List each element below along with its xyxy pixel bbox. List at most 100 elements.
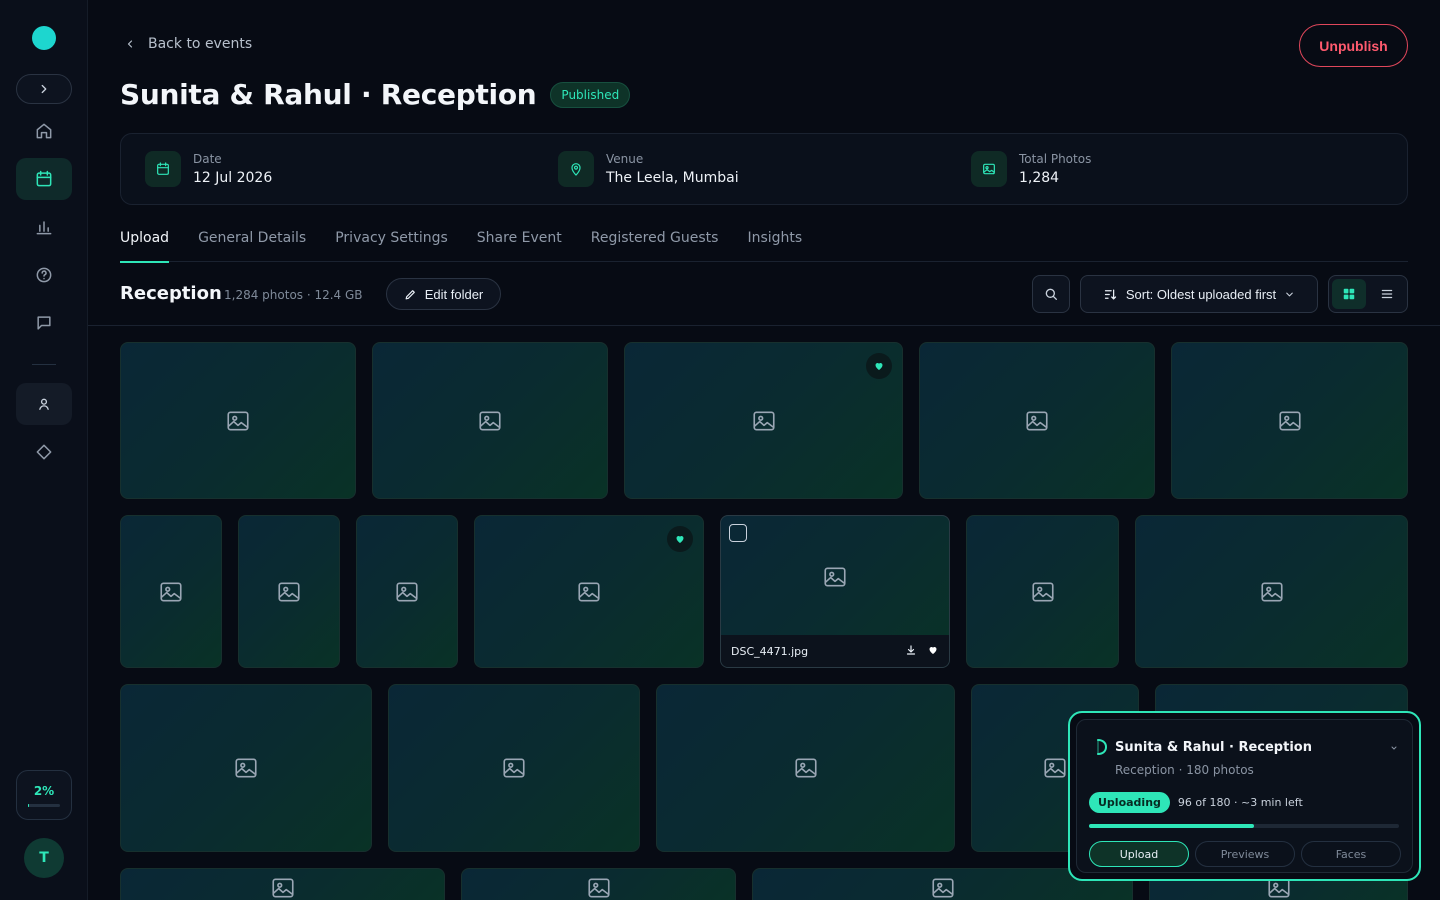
search-button[interactable]: [1032, 275, 1070, 313]
favorite-button[interactable]: [927, 644, 939, 659]
storage-percent: 2%: [33, 783, 55, 798]
favorite-badge[interactable]: [866, 353, 892, 379]
image-placeholder-icon: [271, 878, 294, 898]
photos-label: Total Photos: [1019, 152, 1092, 166]
tab-registered-guests[interactable]: Registered Guests: [591, 228, 719, 262]
info-date: Date 12 Jul 2026: [145, 151, 272, 187]
calendar-icon: [36, 170, 52, 187]
upload-status-row: Uploading 96 of 180 · ~3 min left: [1089, 792, 1303, 813]
photo-tile[interactable]: [120, 515, 222, 668]
bar-chart-icon: [36, 221, 52, 235]
help-circle-icon: [36, 267, 52, 283]
date-value: 12 Jul 2026: [193, 170, 273, 186]
image-placeholder-icon: [479, 411, 501, 430]
image-placeholder-icon: [503, 758, 525, 778]
sidebar-expand-button[interactable]: [16, 74, 72, 104]
tab-privacy-settings[interactable]: Privacy Settings: [335, 228, 448, 262]
image-placeholder-icon: [1044, 758, 1066, 778]
photo-tile[interactable]: [1135, 515, 1408, 668]
sidebar-item-premium[interactable]: [16, 431, 72, 473]
info-venue: Venue The Leela, Mumbai: [558, 151, 739, 187]
photos-value: 1,284: [1019, 170, 1060, 186]
image-placeholder-icon: [235, 758, 257, 778]
edit-folder-button[interactable]: Edit folder: [386, 278, 501, 310]
sort-dropdown[interactable]: Sort: Oldest uploaded first: [1080, 275, 1318, 313]
search-icon: [1045, 288, 1057, 300]
heart-icon: [875, 363, 883, 370]
download-button[interactable]: [905, 644, 917, 659]
tab-share-event[interactable]: Share Event: [477, 228, 562, 262]
photo-tile[interactable]: DSC_4471.jpg: [720, 515, 950, 668]
image-placeholder-icon: [824, 567, 846, 586]
photo-tile[interactable]: [919, 342, 1155, 499]
image-placeholder-icon: [227, 411, 249, 430]
chevron-right-icon: [41, 84, 47, 94]
sort-label: Sort: Oldest uploaded first: [1125, 286, 1277, 302]
folder-name: Reception: [120, 283, 222, 304]
photo-tile[interactable]: [120, 342, 356, 499]
photo-tile[interactable]: [624, 342, 903, 499]
photo-tile[interactable]: [372, 342, 608, 499]
upload-card: Sunita & Rahul · Reception Reception · 1…: [1076, 719, 1413, 873]
sidebar-item-home[interactable]: [16, 110, 72, 152]
photo-tile[interactable]: [656, 684, 955, 852]
tab-general-details[interactable]: General Details: [198, 228, 306, 262]
storage-track: [28, 803, 60, 807]
image-placeholder-icon: [1026, 411, 1048, 430]
sidebar-item-help[interactable]: [16, 254, 72, 296]
user-icon: [39, 398, 49, 410]
list-view-button[interactable]: [1370, 279, 1404, 309]
event-tabs: Upload General Details Privacy Settings …: [120, 228, 1408, 263]
select-checkbox[interactable]: [729, 524, 747, 542]
upload-status-badge: Uploading: [1089, 792, 1170, 813]
photo-tile[interactable]: [388, 684, 640, 852]
image-placeholder-icon: [160, 582, 182, 601]
photo-tile[interactable]: [120, 684, 372, 852]
storage-usage[interactable]: 2%: [16, 770, 72, 820]
upload-progress-bar: [1089, 824, 1399, 828]
upload-progress-fill: [1089, 824, 1255, 828]
sidebar-item-profile[interactable]: [16, 383, 72, 425]
sidebar-divider: [32, 364, 56, 365]
sidebar-item-messages[interactable]: [16, 302, 72, 344]
home-icon: [36, 123, 52, 139]
edit-folder-label: Edit folder: [424, 286, 484, 302]
upload-spinner-icon: [1097, 739, 1108, 755]
heart-icon: [929, 646, 937, 654]
photo-tile[interactable]: [356, 515, 458, 668]
photo-tile[interactable]: [461, 868, 736, 900]
grid-icon: [1343, 288, 1355, 300]
unpublish-button[interactable]: Unpublish: [1299, 24, 1408, 67]
image-placeholder-icon: [1260, 582, 1283, 601]
upload-tab-previews[interactable]: Previews: [1195, 841, 1295, 867]
sidebar-item-analytics[interactable]: [16, 206, 72, 248]
venue-label: Venue: [606, 152, 644, 166]
photo-tile[interactable]: [238, 515, 340, 668]
photo-tile[interactable]: [474, 515, 704, 668]
avatar[interactable]: T: [24, 838, 64, 878]
page-title: Sunita & Rahul · Reception: [120, 78, 537, 111]
calendar-icon: [145, 151, 181, 187]
date-label: Date: [193, 152, 222, 166]
image-placeholder-icon: [931, 878, 954, 898]
grid-view-button[interactable]: [1332, 279, 1366, 309]
list-icon: [1381, 289, 1393, 299]
upload-tab-faces[interactable]: Faces: [1301, 841, 1401, 867]
sort-icon: [1104, 289, 1116, 300]
chevron-left-icon: [127, 40, 133, 48]
photo-tile[interactable]: [120, 868, 445, 900]
message-icon: [37, 316, 51, 330]
chevron-down-icon: [1286, 292, 1293, 296]
tab-upload[interactable]: Upload: [120, 228, 170, 263]
back-to-events-link[interactable]: Back to events: [124, 36, 252, 52]
app-logo[interactable]: [32, 26, 56, 50]
upload-tab-upload[interactable]: Upload: [1089, 841, 1189, 867]
collapse-chevron-icon[interactable]: [1390, 744, 1398, 755]
photo-tile[interactable]: [1171, 342, 1408, 499]
image-placeholder-icon: [1031, 582, 1054, 601]
tab-insights[interactable]: Insights: [747, 228, 802, 262]
favorite-badge[interactable]: [667, 526, 693, 552]
sidebar-item-events[interactable]: [16, 158, 72, 200]
photo-tile[interactable]: [966, 515, 1119, 668]
image-placeholder-icon: [396, 582, 418, 601]
